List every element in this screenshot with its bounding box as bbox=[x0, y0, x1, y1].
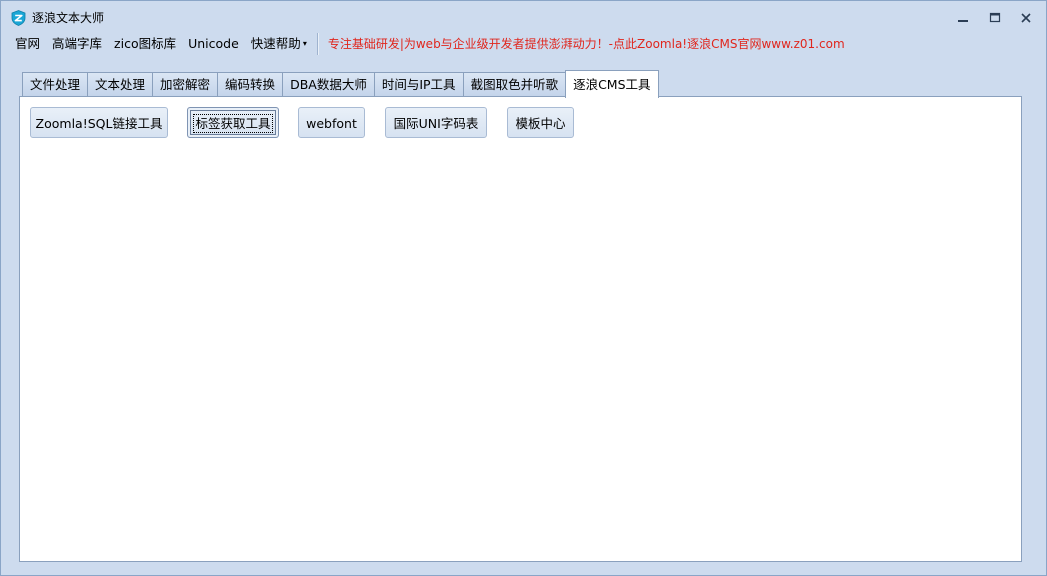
template-center-button[interactable]: 模板中心 bbox=[507, 107, 574, 138]
menu-item-unicode[interactable]: Unicode bbox=[182, 34, 245, 54]
title-bar[interactable]: 逐浪文本大师 bbox=[1, 1, 1046, 33]
menu-separator bbox=[316, 33, 319, 55]
tab-encrypt-decrypt[interactable]: 加密解密 bbox=[152, 72, 219, 97]
tab-strip: 文件处理 文本处理 加密解密 编码转换 DBA数据大师 时间与IP工具 截图取色… bbox=[22, 70, 659, 98]
window-title: 逐浪文本大师 bbox=[32, 11, 105, 25]
button-label: Zoomla!SQL链接工具 bbox=[35, 116, 163, 131]
menu-item-premium-fonts[interactable]: 高端字库 bbox=[46, 34, 108, 54]
app-window: 逐浪文本大师 官网 高端字库 zico图标库 Unicode 快速帮助 ▾ 专注基… bbox=[0, 0, 1047, 576]
menu-bar: 官网 高端字库 zico图标库 Unicode 快速帮助 ▾ 专注基础研发|为we… bbox=[9, 33, 1039, 55]
menu-item-official-site[interactable]: 官网 bbox=[9, 34, 46, 54]
chevron-down-icon: ▾ bbox=[302, 39, 307, 48]
uni-charset-table-button[interactable]: 国际UNI字码表 bbox=[385, 107, 487, 138]
button-label: webfont bbox=[306, 116, 357, 131]
tab-zoomla-cms-tools[interactable]: 逐浪CMS工具 bbox=[565, 70, 659, 98]
close-button[interactable] bbox=[1015, 8, 1037, 28]
menu-item-quick-help-label: 快速帮助 bbox=[250, 36, 301, 51]
tag-fetch-tool-button[interactable]: 标签获取工具 bbox=[187, 107, 279, 138]
button-label: 标签获取工具 bbox=[193, 114, 273, 133]
tab-time-ip-tools[interactable]: 时间与IP工具 bbox=[373, 72, 464, 97]
tab-screenshot-color-music[interactable]: 截图取色并听歌 bbox=[462, 72, 567, 97]
minimize-button[interactable] bbox=[952, 8, 974, 28]
tab-file-processing[interactable]: 文件处理 bbox=[22, 72, 89, 97]
button-label: 国际UNI字码表 bbox=[393, 116, 479, 131]
menu-item-zico-icons[interactable]: zico图标库 bbox=[108, 34, 182, 54]
maximize-icon bbox=[989, 12, 1001, 24]
tab-content-panel: Zoomla!SQL链接工具 标签获取工具 webfont 国际UNI字码表 模… bbox=[19, 96, 1022, 562]
maximize-button[interactable] bbox=[984, 8, 1006, 28]
minimize-icon bbox=[957, 12, 969, 24]
tab-encoding-convert[interactable]: 编码转换 bbox=[217, 72, 284, 97]
webfont-button[interactable]: webfont bbox=[298, 107, 365, 138]
promo-link[interactable]: 专注基础研发|为web与企业级开发者提供澎湃动力！-点此Zoomla!逐浪CMS… bbox=[324, 34, 849, 54]
shield-logo-icon bbox=[11, 10, 26, 26]
tab-text-processing[interactable]: 文本处理 bbox=[87, 72, 154, 97]
menu-item-quick-help[interactable]: 快速帮助 ▾ bbox=[245, 34, 313, 54]
button-label: 模板中心 bbox=[515, 116, 566, 131]
zoomla-sql-link-tool-button[interactable]: Zoomla!SQL链接工具 bbox=[30, 107, 168, 138]
close-icon bbox=[1020, 12, 1032, 24]
tab-dba-master[interactable]: DBA数据大师 bbox=[282, 72, 375, 97]
